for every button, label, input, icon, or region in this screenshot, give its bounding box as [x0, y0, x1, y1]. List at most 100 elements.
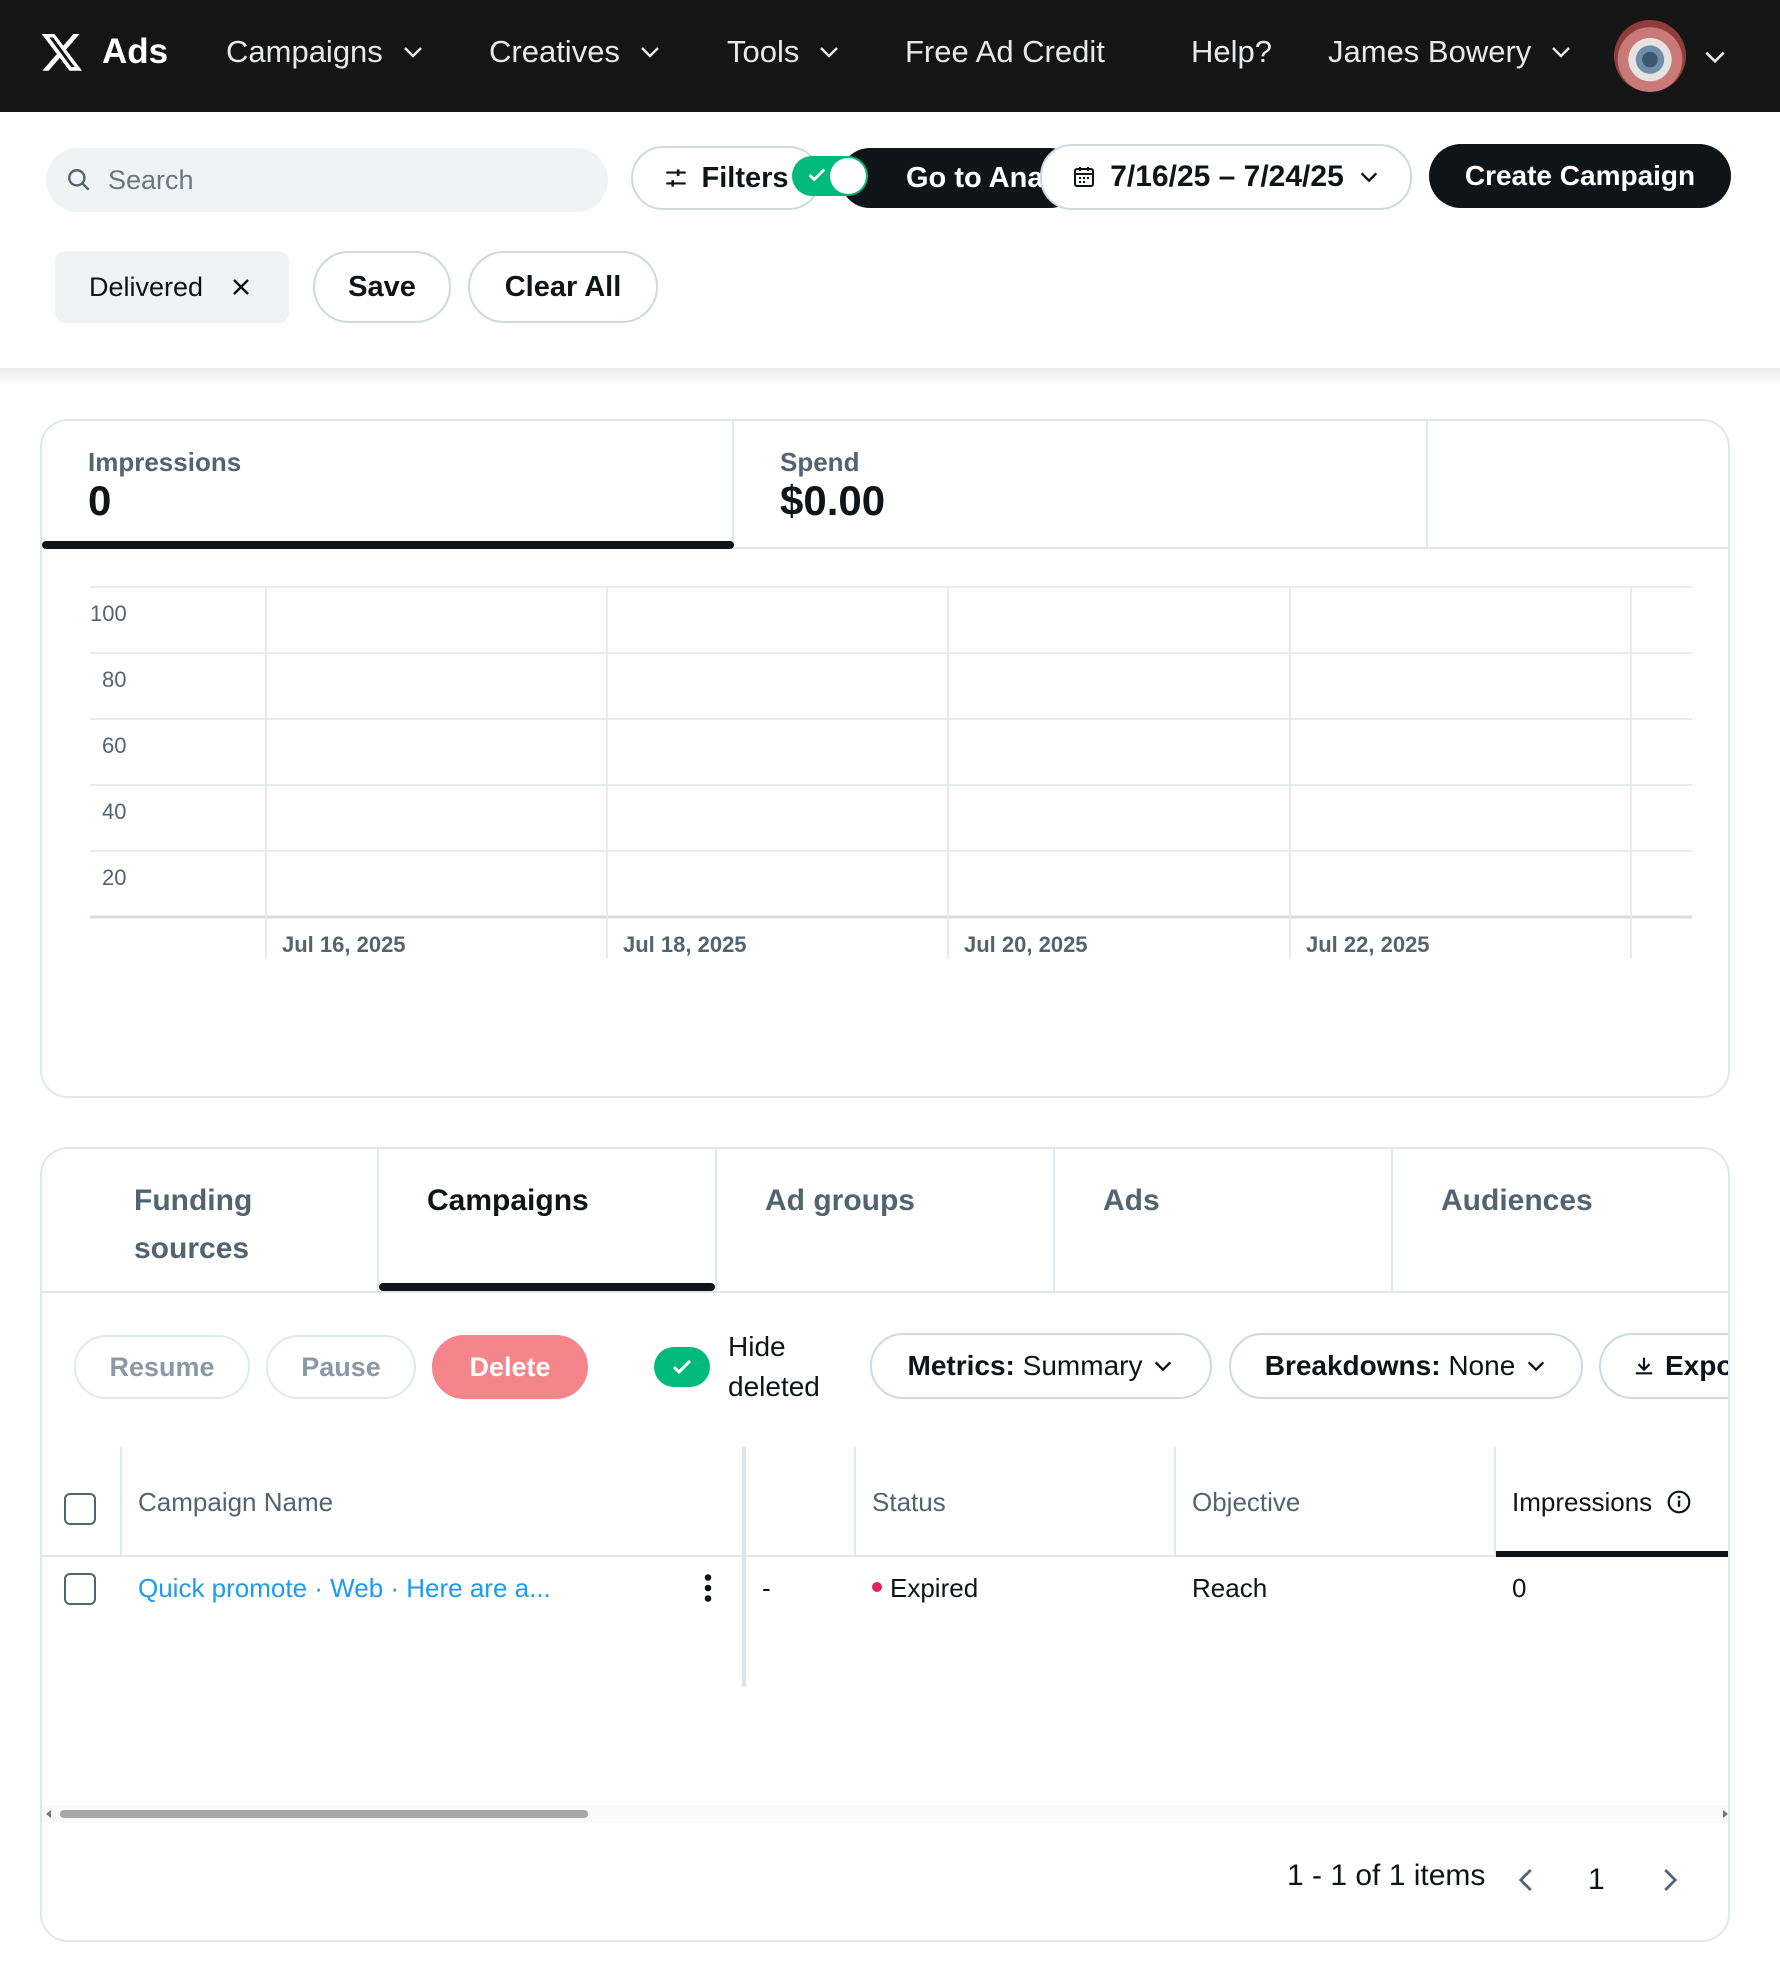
next-page-icon[interactable] [1654, 1865, 1684, 1895]
x-tick-label: Jul 22, 2025 [1306, 932, 1430, 957]
current-page[interactable]: 1 [1588, 1863, 1605, 1897]
scrollbar-thumb[interactable] [60, 1810, 588, 1818]
avatar[interactable] [1614, 20, 1686, 92]
nav-creatives[interactable]: Creatives [489, 34, 662, 70]
date-range-picker[interactable]: 7/16/25 – 7/24/25 [1040, 144, 1412, 210]
metrics-card: Impressions 0 Spend $0.00 100 80 60 40 20 Jul… [40, 419, 1730, 1098]
tab-audiences[interactable]: Audiences [1393, 1149, 1728, 1293]
nav-help[interactable]: Help? [1191, 34, 1272, 70]
y-tick-label: 80 [102, 667, 126, 692]
cell-status: Expired [872, 1573, 978, 1604]
nav-tools[interactable]: Tools [727, 34, 841, 70]
campaign-name-link[interactable]: Quick promote · Web · Here are a... [138, 1573, 551, 1604]
search-icon [68, 169, 90, 191]
column-divider [1174, 1447, 1176, 1557]
calendar-icon [1074, 167, 1095, 187]
save-label: Save [348, 270, 416, 303]
export-label: Export [1665, 1350, 1728, 1381]
header-campaign-name[interactable]: Campaign Name [138, 1447, 333, 1557]
header-impressions[interactable]: Impressions [1512, 1447, 1692, 1557]
save-button[interactable]: Save [313, 251, 451, 323]
filters-label: Filters [701, 161, 789, 194]
more-options-icon[interactable] [701, 1573, 715, 1603]
toggle-knob [830, 158, 866, 194]
nav-campaigns[interactable]: Campaigns [226, 34, 425, 70]
entities-card: Funding sources Campaigns Ad groups Ads … [40, 1147, 1730, 1942]
chevron-down-icon [1528, 1361, 1545, 1372]
horizontal-scrollbar[interactable] [42, 1805, 1728, 1823]
pagination-summary: 1 - 1 of 1 items [1287, 1859, 1486, 1892]
clear-all-label: Clear All [504, 270, 622, 303]
cell-objective: Reach [1192, 1573, 1268, 1603]
active-tab-indicator [379, 1283, 715, 1291]
scroll-right-arrow[interactable] [1723, 1810, 1728, 1818]
hide-deleted-toggle[interactable] [654, 1347, 710, 1387]
metric-empty-slot [1428, 421, 1728, 549]
chevron-down-icon [641, 47, 659, 58]
search-input[interactable] [108, 164, 588, 196]
info-icon[interactable] [1666, 1489, 1692, 1515]
metrics-dropdown-key: Metrics: [907, 1350, 1015, 1381]
close-icon[interactable] [229, 275, 253, 299]
metrics-dropdown[interactable]: Metrics: Summary [870, 1333, 1212, 1399]
y-tick-label: 100 [90, 601, 127, 626]
nav-campaigns-label: Campaigns [226, 34, 383, 69]
tab-ad-groups[interactable]: Ad groups [717, 1149, 1055, 1293]
active-metric-indicator [42, 541, 734, 549]
sliders-icon [666, 169, 687, 187]
cell-col2: - [762, 1573, 771, 1603]
pause-button[interactable]: Pause [266, 1335, 416, 1399]
delete-label: Delete [469, 1351, 551, 1382]
header-label: Campaign Name [138, 1486, 334, 1517]
header-objective[interactable]: Objective [1192, 1447, 1300, 1557]
brand[interactable]: Ads [40, 30, 168, 74]
download-icon [1635, 1357, 1653, 1375]
nav-account[interactable]: James Bowery [1328, 34, 1573, 70]
resume-label: Resume [109, 1351, 215, 1382]
metric-impressions[interactable]: Impressions 0 [42, 421, 734, 549]
breakdowns-dropdown-value: None [1448, 1350, 1516, 1381]
export-button[interactable]: Export [1599, 1333, 1728, 1399]
search-box[interactable] [46, 148, 608, 212]
column-divider [854, 1447, 856, 1557]
column-divider [1494, 1447, 1496, 1557]
metric-spend[interactable]: Spend $0.00 [734, 421, 1428, 549]
brand-label: Ads [102, 32, 169, 71]
delete-button[interactable]: Delete [432, 1335, 588, 1399]
chevron-down-icon [1552, 47, 1571, 58]
x-tick-label: Jul 16, 2025 [282, 932, 406, 957]
metric-label: Impressions [88, 447, 242, 477]
breakdowns-dropdown[interactable]: Breakdowns: None [1229, 1333, 1583, 1399]
select-all-checkbox[interactable] [64, 1493, 96, 1525]
scroll-left-arrow[interactable] [46, 1810, 51, 1818]
nav-free-ad-credit[interactable]: Free Ad Credit [905, 34, 1105, 70]
previous-page-icon[interactable] [1512, 1865, 1542, 1895]
divider [0, 368, 1780, 386]
check-icon [672, 1359, 692, 1375]
tab-label: Campaigns [427, 1184, 589, 1217]
nav-help-label: Help? [1191, 34, 1272, 69]
tab-label: Ad groups [765, 1184, 915, 1217]
row-checkbox[interactable] [64, 1573, 96, 1605]
chevron-down-icon [1360, 172, 1377, 183]
frozen-column-divider [742, 1447, 746, 1687]
clear-all-button[interactable]: Clear All [468, 251, 658, 323]
header-status[interactable]: Status [872, 1447, 946, 1557]
chevron-down-icon [403, 47, 422, 58]
resume-button[interactable]: Resume [74, 1335, 250, 1399]
create-campaign-label: Create Campaign [1464, 160, 1696, 191]
create-campaign-button[interactable]: Create Campaign [1429, 144, 1731, 208]
chevron-down-icon[interactable] [1702, 44, 1728, 70]
tab-funding-sources[interactable]: Funding sources [42, 1149, 379, 1293]
tab-label: Funding sources [134, 1184, 253, 1265]
tab-campaigns[interactable]: Campaigns [379, 1149, 717, 1293]
chevron-down-icon [1155, 1361, 1172, 1372]
header-label: Status [872, 1486, 946, 1517]
nav-creatives-label: Creatives [489, 34, 620, 69]
y-tick-label: 60 [102, 733, 126, 758]
y-tick-label: 20 [102, 865, 126, 890]
tab-ads[interactable]: Ads [1055, 1149, 1393, 1293]
header-label: Impressions [1512, 1486, 1653, 1517]
analytics-toggle[interactable] [792, 156, 868, 196]
sorted-column-indicator [1496, 1551, 1728, 1557]
